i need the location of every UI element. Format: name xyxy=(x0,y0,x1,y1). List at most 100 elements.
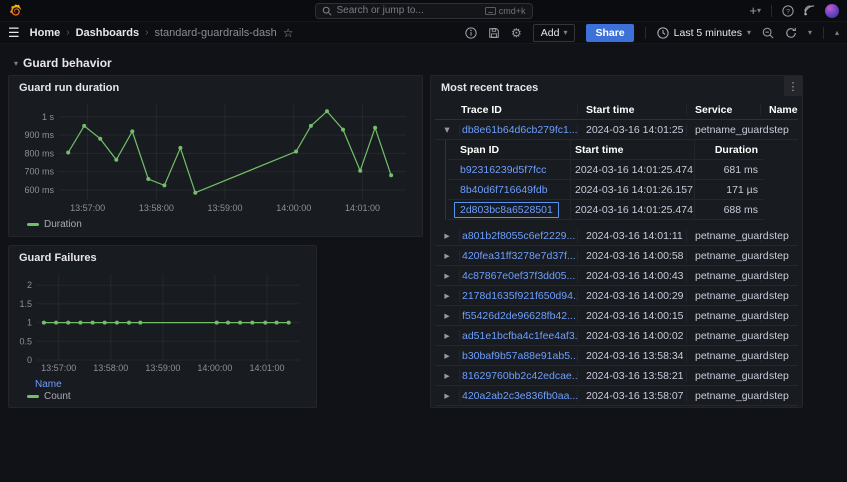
expand-row-icon[interactable]: ▸ xyxy=(435,270,459,282)
service-cell: petname_guard xyxy=(686,310,760,322)
top-navbar: Search or jump to... cmd+k +▾ ? xyxy=(0,0,847,22)
dashboard-insights-icon[interactable] xyxy=(465,27,477,39)
search-input[interactable]: Search or jump to... cmd+k xyxy=(315,3,533,19)
name-cell: step xyxy=(760,310,798,322)
name-cell: step xyxy=(760,370,798,382)
trace-row[interactable]: ▸420fea31ff3278e7d37f...2024-03-16 14:00… xyxy=(435,246,798,266)
trace-row[interactable]: ▸420a2ab2c3e836fb0aa...2024-03-16 13:58:… xyxy=(435,386,798,406)
svg-text:13:57:00: 13:57:00 xyxy=(70,203,105,213)
trace-row[interactable]: ▸2178d1635f921f650d94...2024-03-16 14:00… xyxy=(435,286,798,306)
name-cell: step xyxy=(760,350,798,362)
col-service[interactable]: Service xyxy=(686,104,760,116)
panel-most-recent-traces[interactable]: ⋮ Most recent traces Trace ID Start time… xyxy=(430,75,803,408)
news-icon[interactable] xyxy=(804,5,815,16)
svg-text:13:58:00: 13:58:00 xyxy=(93,363,128,373)
trace-id-link[interactable]: b30baf9b57a88e91ab5... xyxy=(462,350,577,362)
failures-chart: 00.511.5213:57:0013:58:0013:59:0014:00:0… xyxy=(9,266,316,379)
expand-row-icon[interactable]: ▸ xyxy=(435,230,459,242)
service-cell: petname_guard xyxy=(686,330,760,342)
panel-guard-run-duration[interactable]: Guard run duration 600 ms700 ms800 ms900… xyxy=(8,75,423,237)
span-id-cell: 8b40d6f716649fdb xyxy=(448,184,570,196)
span-row[interactable]: b92316239d5f7fcc2024-03-16 14:01:25.4746… xyxy=(448,160,764,180)
trace-row[interactable]: ▸4c87867e0ef37f3dd05...2024-03-16 14:00:… xyxy=(435,266,798,286)
expand-row-icon[interactable]: ▸ xyxy=(435,370,459,382)
name-cell: step xyxy=(760,250,798,262)
legend-swatch xyxy=(27,395,39,398)
trace-id-link[interactable]: 2178d1635f921f650d94... xyxy=(462,290,577,302)
user-avatar[interactable] xyxy=(825,4,839,18)
trace-id-link[interactable]: f55426d2de96628fb42... xyxy=(462,310,576,322)
trace-id-link[interactable]: a801b2f8055c6ef2229... xyxy=(462,230,575,242)
legend-label-count[interactable]: Count xyxy=(44,391,71,402)
service-cell: petname_guard xyxy=(686,124,760,136)
span-id-link[interactable]: b92316239d5f7fcc xyxy=(460,164,546,176)
save-icon[interactable] xyxy=(488,27,500,39)
collapse-toolbar-icon[interactable]: ▴ xyxy=(835,28,839,37)
favorite-star-icon[interactable]: ☆ xyxy=(283,26,294,40)
trace-id-link[interactable]: db8e61b64d6cb279fc1... xyxy=(462,124,577,136)
add-new-icon[interactable]: +▾ xyxy=(749,3,761,18)
col-span-start-time[interactable]: Start time xyxy=(570,140,694,159)
span-start-time-cell: 2024-03-16 14:01:26.157 xyxy=(570,180,694,199)
span-duration-cell: 681 ms xyxy=(694,160,764,179)
col-name[interactable]: Name xyxy=(760,104,798,116)
expand-row-icon[interactable]: ▸ xyxy=(435,250,459,262)
breadcrumb-separator: › xyxy=(145,27,148,38)
settings-gear-icon[interactable]: ⚙ xyxy=(511,26,522,40)
trace-id-link[interactable]: ad51e1bcfba4c1fee4af3... xyxy=(462,330,577,342)
collapse-row-icon[interactable]: ▾ xyxy=(435,124,459,136)
expand-row-icon[interactable]: ▸ xyxy=(435,310,459,322)
share-button[interactable]: Share xyxy=(586,24,633,42)
svg-text:13:59:00: 13:59:00 xyxy=(208,203,243,213)
trace-id-link[interactable]: 420fea31ff3278e7d37f... xyxy=(462,250,576,262)
search-icon xyxy=(322,6,332,16)
breadcrumb-dashboards[interactable]: Dashboards xyxy=(76,27,140,39)
trace-id-link[interactable]: 4c87867e0ef37f3dd05... xyxy=(462,270,575,282)
refresh-icon[interactable] xyxy=(785,27,797,39)
svg-text:1 s: 1 s xyxy=(42,112,55,122)
trace-row[interactable]: ▸b30baf9b57a88e91ab5...2024-03-16 13:58:… xyxy=(435,346,798,366)
trace-id-link[interactable]: 420a2ab2c3e836fb0aa... xyxy=(462,390,577,402)
expand-row-icon[interactable]: ▸ xyxy=(435,330,459,342)
menu-icon[interactable]: ☰ xyxy=(8,25,20,41)
trace-row[interactable]: ▸ad51e1bcfba4c1fee4af3...2024-03-16 14:0… xyxy=(435,326,798,346)
add-button[interactable]: Add▾ xyxy=(533,24,576,42)
time-range-picker[interactable]: Last 5 minutes ▾ xyxy=(657,27,751,39)
row-guard-behavior[interactable]: ▾ Guard behavior xyxy=(14,56,112,70)
span-row[interactable]: 8b40d6f716649fdb2024-03-16 14:01:26.1571… xyxy=(448,180,764,200)
grafana-logo[interactable] xyxy=(8,3,23,18)
expand-row-icon[interactable]: ▸ xyxy=(435,390,459,402)
col-span-duration[interactable]: Duration xyxy=(694,140,764,159)
xaxis-field-name[interactable]: Name xyxy=(9,379,316,391)
col-start-time[interactable]: Start time xyxy=(577,104,686,116)
trace-row[interactable]: ▸81629760bb2c42edcae...2024-03-16 13:58:… xyxy=(435,366,798,386)
breadcrumb-home[interactable]: Home xyxy=(30,27,61,39)
svg-text:2: 2 xyxy=(27,280,32,290)
clock-icon xyxy=(657,27,669,39)
span-id-link[interactable]: 2d803bc8a6528501 xyxy=(454,202,559,218)
col-trace-id[interactable]: Trace ID xyxy=(459,104,577,116)
col-span-id[interactable]: Span ID xyxy=(448,144,570,156)
service-cell: petname_guard xyxy=(686,350,760,362)
breadcrumb-current[interactable]: standard-guardrails-dash xyxy=(154,27,276,39)
refresh-interval-dropdown[interactable]: ▾ xyxy=(808,28,812,37)
expand-row-icon[interactable]: ▸ xyxy=(435,350,459,362)
trace-id-link[interactable]: 81629760bb2c42edcae... xyxy=(462,370,577,382)
span-id-link[interactable]: 8b40d6f716649fdb xyxy=(460,184,548,196)
svg-text:?: ? xyxy=(786,8,790,15)
panel-menu-icon[interactable]: ⋮ xyxy=(784,76,802,96)
panel-guard-failures[interactable]: Guard Failures 00.511.5213:57:0013:58:00… xyxy=(8,245,317,408)
service-cell: petname_guard xyxy=(686,390,760,402)
help-icon[interactable]: ? xyxy=(782,5,794,17)
span-row[interactable]: 2d803bc8a65285012024-03-16 14:01:25.4746… xyxy=(448,200,764,220)
svg-text:13:57:00: 13:57:00 xyxy=(41,363,76,373)
breadcrumb: Home › Dashboards › standard-guardrails-… xyxy=(30,26,294,40)
trace-row[interactable]: ▸f55426d2de96628fb42...2024-03-16 14:00:… xyxy=(435,306,798,326)
legend-label-duration[interactable]: Duration xyxy=(44,219,82,230)
trace-id-cell: f55426d2de96628fb42... xyxy=(459,310,577,322)
zoom-out-icon[interactable] xyxy=(762,27,774,39)
expand-row-icon[interactable]: ▸ xyxy=(435,290,459,302)
panel-title: Most recent traces xyxy=(431,76,802,96)
trace-row[interactable]: ▸a801b2f8055c6ef2229...2024-03-16 14:01:… xyxy=(435,226,798,246)
trace-row[interactable]: ▾db8e61b64d6cb279fc1...2024-03-16 14:01:… xyxy=(435,120,798,140)
